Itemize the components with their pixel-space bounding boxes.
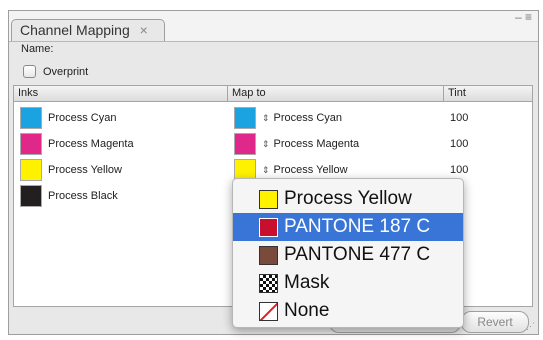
ink-name: Process Magenta (48, 138, 134, 150)
menu-item-label: PANTONE 477 C (284, 244, 431, 265)
mask-icon (259, 273, 278, 293)
overprint-label: Overprint (43, 65, 89, 78)
menu-item-process-yellow[interactable]: Process Yellow (233, 185, 463, 213)
menu-item-pantone-187-c[interactable]: PANTONE 187 C (233, 213, 463, 241)
ink-name: Process Yellow (48, 164, 122, 176)
menu-item-label: None (284, 300, 330, 321)
map-to-dropdown-menu: Process Yellow PANTONE 187 C PANTONE 477… (232, 178, 464, 328)
menu-item-label: PANTONE 187 C (284, 216, 431, 237)
tab-close-icon[interactable]: × (140, 22, 148, 38)
map-to-select[interactable]: ⇕ Process Magenta (262, 138, 359, 150)
tint-value[interactable]: 100 (450, 164, 468, 176)
swatch-icon (259, 189, 278, 209)
stepper-arrows-icon: ⇕ (262, 139, 270, 149)
map-to-select[interactable]: ⇕ Process Yellow (262, 164, 348, 176)
menu-item-label: Mask (284, 272, 330, 293)
none-icon (259, 301, 278, 321)
column-header-tint[interactable]: Tint (444, 86, 534, 101)
table-row[interactable]: Process Magenta ⇕ Process Magenta 100 (14, 131, 532, 157)
menu-item-pantone-477-c[interactable]: PANTONE 477 C (233, 241, 463, 269)
ink-name: Process Black (48, 190, 118, 202)
tint-value[interactable]: 100 (450, 138, 468, 150)
map-to-select[interactable]: ⇕ Process Cyan (262, 112, 342, 124)
name-label: Name: (21, 43, 54, 55)
map-to-value: Process Magenta (273, 138, 360, 150)
table-row[interactable]: Process Cyan ⇕ Process Cyan 100 (14, 105, 532, 131)
tab-channel-mapping[interactable]: Channel Mapping × (11, 19, 165, 41)
swatch-icon (259, 217, 278, 237)
menu-item-mask[interactable]: Mask (233, 269, 463, 297)
ink-swatch (20, 185, 42, 207)
ink-swatch (20, 133, 42, 155)
resize-grip-icon[interactable]: ⋰ (526, 321, 535, 332)
stepper-arrows-icon: ⇕ (262, 165, 270, 175)
stepper-arrows-icon: ⇕ (262, 113, 270, 123)
panel-menu-icon[interactable]: – ≡ (515, 11, 532, 23)
revert-button[interactable]: Revert (461, 311, 529, 333)
ink-swatch (20, 159, 42, 181)
menu-item-label: Process Yellow (284, 188, 412, 209)
tint-value[interactable]: 100 (450, 112, 468, 124)
menu-item-none[interactable]: None (233, 297, 463, 325)
column-header-map-to[interactable]: Map to (228, 86, 444, 101)
map-swatch (234, 107, 256, 129)
ink-name: Process Cyan (48, 112, 117, 124)
map-to-value: Process Yellow (273, 164, 348, 176)
map-to-value: Process Cyan (273, 112, 343, 124)
column-header-inks[interactable]: Inks (14, 86, 228, 101)
overprint-option[interactable]: Overprint (23, 65, 88, 78)
ink-swatch (20, 107, 42, 129)
table-header: Inks Map to Tint (14, 86, 532, 102)
swatch-icon (259, 245, 278, 265)
tab-title: Channel Mapping (20, 22, 130, 38)
map-swatch (234, 133, 256, 155)
overprint-checkbox[interactable] (23, 65, 36, 78)
